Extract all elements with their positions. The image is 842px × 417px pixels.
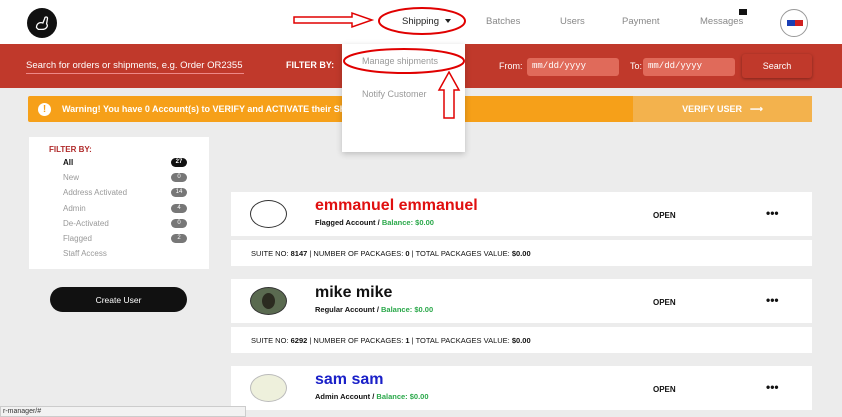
- verify-user-label: VERIFY USER: [682, 104, 742, 114]
- user-account-info: Admin Account / Balance: $0.00: [315, 392, 429, 401]
- user-name[interactable]: emmanuel emmanuel: [315, 197, 478, 215]
- package-summary: SUITE NO: 6292 | NUMBER OF PACKAGES: 1 |…: [251, 336, 531, 345]
- packages-value: $0.00: [511, 336, 531, 345]
- more-dots-icon[interactable]: •••: [766, 206, 779, 220]
- more-dots-icon[interactable]: •••: [766, 380, 779, 394]
- user-card-header: mike mike Regular Account / Balance: $0.…: [231, 279, 631, 323]
- filter-label: Admin: [63, 204, 86, 213]
- packages-count: 0: [405, 249, 410, 258]
- filter-label: De-Activated: [63, 219, 109, 228]
- user-card: emmanuel emmanuel Flagged Account / Bala…: [231, 192, 812, 267]
- to-date-input[interactable]: mm/dd/yyyy: [643, 58, 735, 76]
- nav-batches[interactable]: Batches: [486, 16, 520, 27]
- exclamation-icon: !: [38, 103, 51, 116]
- user-card-details: SUITE NO: 8147 | NUMBER OF PACKAGES: 0 |…: [231, 238, 812, 266]
- user-name[interactable]: sam sam: [315, 371, 384, 389]
- avatar-photo: [262, 293, 275, 309]
- create-user-button[interactable]: Create User: [50, 287, 187, 312]
- filter-label: Flagged: [63, 234, 92, 243]
- user-name[interactable]: mike mike: [315, 284, 392, 302]
- user-card-actions: OPEN •••: [631, 279, 812, 323]
- filter-item-new[interactable]: New 0: [63, 173, 187, 185]
- packages-label: NUMBER OF PACKAGES:: [313, 249, 404, 258]
- filter-count-badge: 4: [171, 204, 187, 213]
- filter-item-flagged[interactable]: Flagged 2: [63, 234, 187, 246]
- user-avatar[interactable]: [250, 374, 287, 402]
- user-card-header: sam sam Admin Account / Balance: $0.00: [231, 366, 631, 410]
- filter-count-badge: 2: [171, 234, 187, 243]
- suite-number: 6292: [290, 336, 308, 345]
- account-type: Flagged Account /: [315, 218, 380, 227]
- user-card-header: emmanuel emmanuel Flagged Account / Bala…: [231, 192, 631, 236]
- status-badge: OPEN: [653, 298, 676, 307]
- filter-item-de-activated[interactable]: De-Activated 0: [63, 219, 187, 231]
- status-badge: OPEN: [653, 385, 676, 394]
- filter-panel-title: FILTER BY:: [49, 145, 92, 154]
- filter-label: All: [63, 158, 74, 167]
- filter-by-label: FILTER BY:: [286, 60, 335, 70]
- avatar-flag-red: [795, 20, 803, 26]
- user-card-details: SUITE NO: 6292 | NUMBER OF PACKAGES: 1 |…: [231, 325, 812, 353]
- from-date-input[interactable]: mm/dd/yyyy: [527, 58, 619, 76]
- avatar-flag-blue: [787, 20, 795, 26]
- arrow-right-icon: ⟶: [749, 103, 763, 114]
- filter-label: Staff Access: [63, 249, 107, 258]
- nav-shipping[interactable]: Shipping: [402, 16, 451, 27]
- user-avatar[interactable]: [250, 200, 287, 228]
- suite-label: SUITE NO:: [251, 249, 289, 258]
- filter-count-badge: 0: [171, 173, 187, 182]
- user-card: sam sam Admin Account / Balance: $0.00 O…: [231, 366, 812, 417]
- balance: Balance: $0.00: [381, 218, 434, 227]
- menu-item-notify-customer[interactable]: Notify Customer: [362, 89, 427, 99]
- value-label: TOTAL PACKAGES VALUE:: [415, 249, 510, 258]
- balance: Balance: $0.00: [376, 392, 429, 401]
- account-type: Admin Account /: [315, 392, 375, 401]
- mail-icon[interactable]: [739, 9, 747, 15]
- user-avatar[interactable]: [250, 287, 287, 315]
- filter-label: New: [63, 173, 80, 182]
- filter-item-all[interactable]: All 27: [63, 158, 187, 170]
- filter-panel: FILTER BY: All 27 New 0 Address Activate…: [29, 137, 209, 269]
- filter-count-badge: 27: [171, 158, 187, 167]
- account-type: Regular Account /: [315, 305, 379, 314]
- more-dots-icon[interactable]: •••: [766, 293, 779, 307]
- search-input[interactable]: Search for orders or shipments, e.g. Ord…: [26, 60, 244, 74]
- to-label: To:: [630, 61, 643, 71]
- user-card-actions: OPEN •••: [631, 192, 812, 236]
- user-card: mike mike Regular Account / Balance: $0.…: [231, 279, 812, 354]
- filter-count-badge: 14: [171, 188, 187, 197]
- profile-avatar[interactable]: [780, 9, 808, 37]
- filter-item-admin[interactable]: Admin 4: [63, 204, 187, 216]
- filter-item-staff-access[interactable]: Staff Access: [63, 249, 187, 261]
- top-navigation: Shipping Batches Users Payment Messages: [0, 0, 842, 44]
- status-badge: OPEN: [653, 211, 676, 220]
- packages-label: NUMBER OF PACKAGES:: [313, 336, 404, 345]
- package-summary: SUITE NO: 8147 | NUMBER OF PACKAGES: 0 |…: [251, 249, 531, 258]
- shipping-dropdown: Manage shipments Notify Customer: [342, 44, 465, 152]
- suite-number: 8147: [290, 249, 308, 258]
- verify-user-button[interactable]: VERIFY USER ⟶: [633, 96, 812, 122]
- user-account-info: Flagged Account / Balance: $0.00: [315, 218, 434, 227]
- filter-item-address-activated[interactable]: Address Activated 14: [63, 188, 187, 200]
- status-bar-url: r-manager/#: [0, 406, 246, 417]
- search-button[interactable]: Search: [742, 54, 812, 78]
- filter-label: Address Activated: [63, 188, 128, 197]
- user-account-info: Regular Account / Balance: $0.00: [315, 305, 433, 314]
- packages-count: 1: [405, 336, 410, 345]
- value-label: TOTAL PACKAGES VALUE:: [415, 336, 510, 345]
- nav-messages[interactable]: Messages: [700, 16, 743, 27]
- nav-shipping-label: Shipping: [402, 16, 439, 27]
- packages-value: $0.00: [511, 249, 531, 258]
- goose-logo-icon[interactable]: [27, 8, 57, 38]
- nav-payment[interactable]: Payment: [622, 16, 660, 27]
- suite-label: SUITE NO:: [251, 336, 289, 345]
- warning-text: Warning! You have 0 Account(s) to VERIFY…: [62, 104, 352, 114]
- caret-down-icon: [444, 19, 451, 24]
- from-label: From:: [499, 61, 523, 71]
- balance: Balance: $0.00: [381, 305, 434, 314]
- user-card-actions: OPEN •••: [631, 366, 812, 410]
- filter-count-badge: 0: [171, 219, 187, 228]
- nav-users[interactable]: Users: [560, 16, 585, 27]
- menu-item-manage-shipments[interactable]: Manage shipments: [362, 56, 438, 66]
